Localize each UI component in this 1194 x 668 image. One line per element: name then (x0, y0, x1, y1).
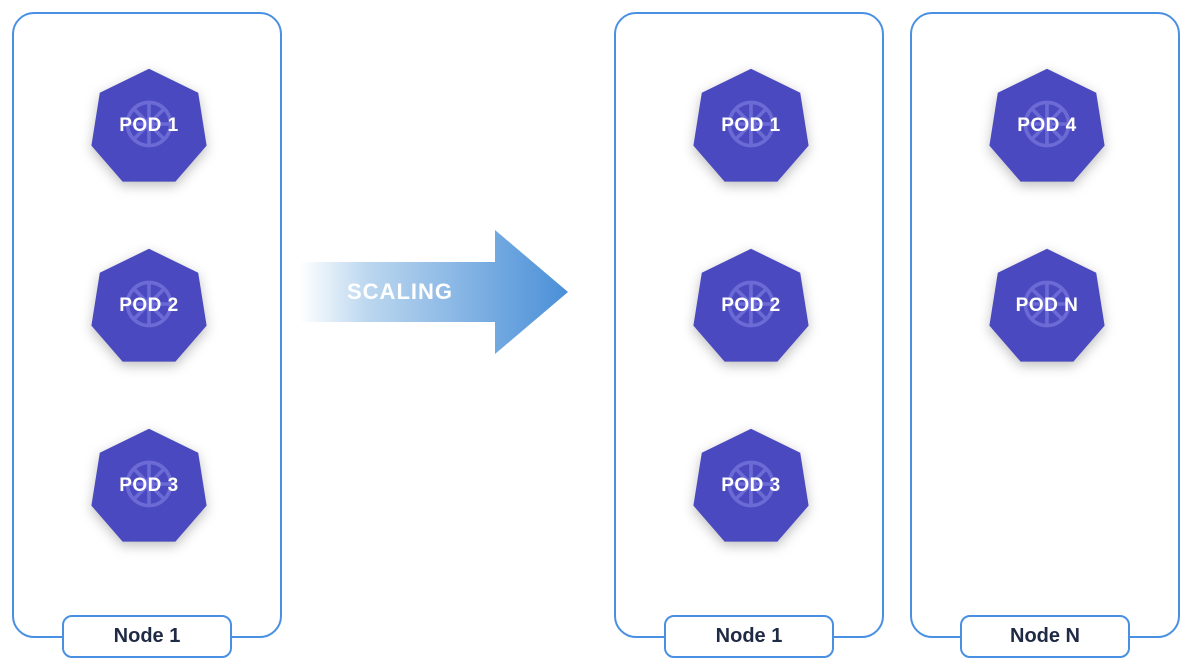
pod-shape: POD N (987, 244, 1107, 364)
scaling-arrow: SCALING (300, 222, 570, 362)
pod-label: POD 4 (987, 115, 1107, 137)
pod-label: POD 2 (691, 295, 811, 317)
pod-label: POD 3 (691, 475, 811, 497)
pod-shape: POD 1 (691, 64, 811, 184)
pod-shape: POD 3 (691, 424, 811, 544)
pod-label: POD 1 (691, 115, 811, 137)
pod-shape: POD 4 (987, 64, 1107, 184)
diagram-canvas: POD 1 POD 2 POD 3 Node 1 POD 1 POD 2 POD… (0, 0, 1194, 668)
arrow-label: SCALING (300, 279, 500, 305)
node-box-right-1: POD 1 POD 2 POD 3 Node 1 (614, 12, 884, 638)
pod-label: POD 1 (89, 115, 209, 137)
pod-label: POD N (987, 295, 1107, 317)
pod-shape: POD 2 (89, 244, 209, 364)
node-label: Node 1 (62, 615, 232, 658)
pod-shape: POD 1 (89, 64, 209, 184)
node-box-right-n: POD 4 POD N Node N (910, 12, 1180, 638)
node-box-left-1: POD 1 POD 2 POD 3 Node 1 (12, 12, 282, 638)
pod-shape: POD 2 (691, 244, 811, 364)
pod-label: POD 2 (89, 295, 209, 317)
node-label: Node N (960, 615, 1130, 658)
pod-shape: POD 3 (89, 424, 209, 544)
pod-label: POD 3 (89, 475, 209, 497)
node-label: Node 1 (664, 615, 834, 658)
